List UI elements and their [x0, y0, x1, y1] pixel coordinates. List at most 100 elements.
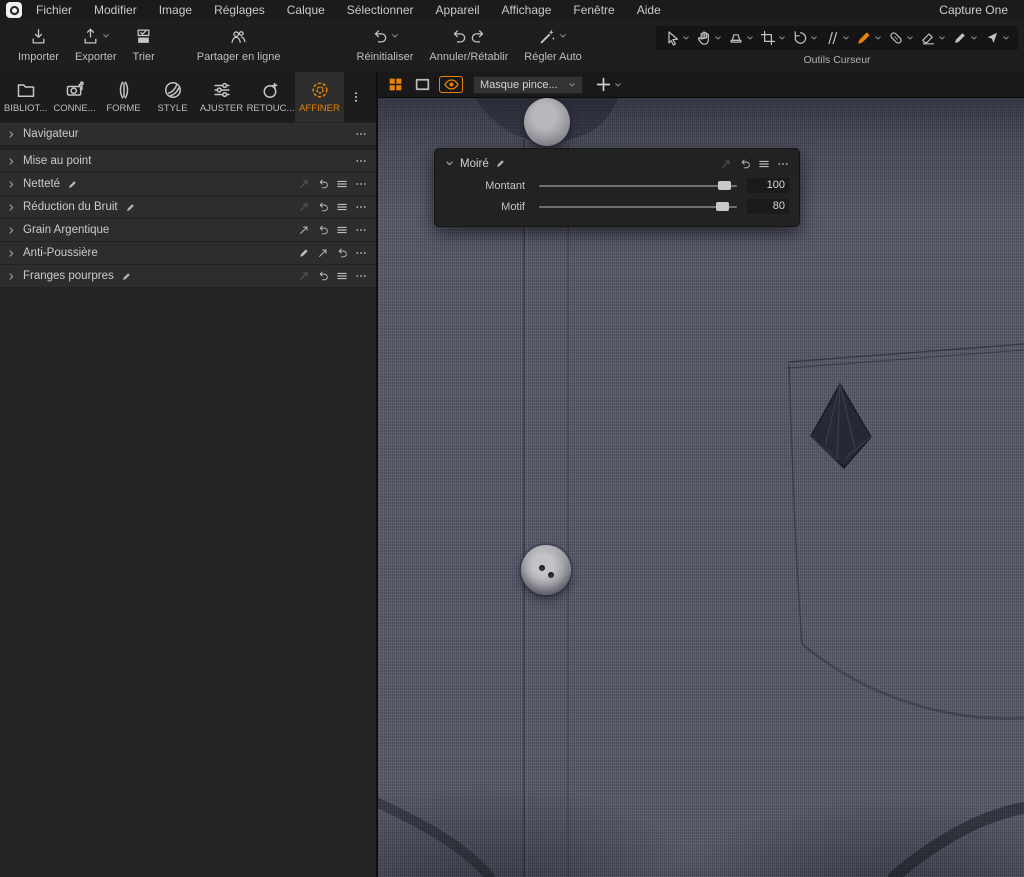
tool-section-header[interactable]: Réduction du Bruit: [0, 196, 376, 218]
panel-action-icon[interactable]: [739, 158, 751, 170]
slider[interactable]: [539, 185, 737, 187]
dots-icon[interactable]: [355, 201, 367, 213]
tool-tab[interactable]: RETOUC...: [246, 72, 295, 122]
cursor-tool-button[interactable]: [984, 30, 1010, 46]
moire-panel-actions[interactable]: [720, 158, 789, 170]
toolbar-button[interactable]: Régler Auto: [524, 23, 581, 63]
tool-section-actions[interactable]: [298, 178, 367, 190]
menu-item[interactable]: Image: [159, 3, 192, 17]
menu-icon[interactable]: [336, 201, 348, 213]
chevron-right-icon[interactable]: [7, 180, 16, 189]
menu-icon[interactable]: [336, 224, 348, 236]
slider-value-field[interactable]: 100: [747, 178, 789, 193]
tool-tab[interactable]: AFFINER: [295, 72, 344, 122]
chevron-down-icon[interactable]: [938, 34, 946, 42]
tool-tab[interactable]: AJUSTER: [197, 72, 246, 122]
menu-icon[interactable]: [336, 178, 348, 190]
chevron-down-icon[interactable]: [842, 34, 850, 42]
image-viewer[interactable]: Moiré Montant: [378, 98, 1024, 877]
mask-display-dropdown[interactable]: Masque pince...: [473, 76, 583, 94]
tool-section-header[interactable]: Grain Argentique: [0, 219, 376, 241]
toolbar-button[interactable]: Annuler/Rétablir: [429, 23, 508, 63]
undo-icon[interactable]: [336, 247, 348, 259]
cursor-tool-button[interactable]: [696, 30, 722, 46]
undo-icon[interactable]: [317, 178, 329, 190]
cursor-tool-button[interactable]: [664, 30, 690, 46]
chevron-right-icon[interactable]: [7, 226, 16, 235]
dots-icon[interactable]: [355, 128, 367, 140]
toolbar-button[interactable]: Importer: [18, 23, 59, 63]
toolbar-button[interactable]: Partager en ligne: [197, 23, 281, 63]
mask-visibility-button[interactable]: [439, 76, 463, 93]
tool-tab[interactable]: CONNE...: [50, 72, 99, 122]
chevron-down-icon[interactable]: [778, 34, 786, 42]
menu-item[interactable]: Aide: [637, 3, 661, 17]
tool-section-actions[interactable]: [355, 128, 367, 140]
dots-icon[interactable]: [355, 224, 367, 236]
chevron-down-icon[interactable]: [682, 34, 690, 42]
tool-section-actions[interactable]: [355, 155, 367, 167]
tool-section-header[interactable]: Netteté: [0, 173, 376, 195]
tool-section-header[interactable]: Anti-Poussière: [0, 242, 376, 264]
menu-item[interactable]: Appareil: [436, 3, 480, 17]
chevron-down-icon[interactable]: [391, 32, 399, 40]
slider-thumb[interactable]: [718, 181, 731, 190]
menu-item[interactable]: Réglages: [214, 3, 265, 17]
tool-section-header[interactable]: Franges pourpres: [0, 265, 376, 287]
undo-icon[interactable]: [317, 224, 329, 236]
copy-icon[interactable]: [298, 178, 310, 190]
moire-panel-header[interactable]: Moiré: [435, 152, 799, 175]
slider-thumb[interactable]: [716, 202, 729, 211]
cursor-tool-button[interactable]: [888, 30, 914, 46]
chevron-right-icon[interactable]: [7, 157, 16, 166]
undo-icon[interactable]: [317, 201, 329, 213]
tool-tab[interactable]: BIBLIOT...: [1, 72, 50, 122]
slider-value-field[interactable]: 80: [747, 199, 789, 214]
slider[interactable]: [539, 206, 737, 208]
chevron-down-icon[interactable]: [1002, 34, 1010, 42]
cursor-tool-button[interactable]: [728, 30, 754, 46]
chevron-down-icon[interactable]: [874, 34, 882, 42]
chevron-right-icon[interactable]: [7, 130, 16, 139]
toolbar-button[interactable]: Réinitialiser: [357, 23, 414, 63]
menu-icon[interactable]: [336, 270, 348, 282]
copy-icon[interactable]: [317, 247, 329, 259]
cursor-tool-button[interactable]: [760, 30, 786, 46]
copy-icon[interactable]: [298, 224, 310, 236]
menu-item[interactable]: Fichier: [36, 3, 72, 17]
tool-section-actions[interactable]: [298, 201, 367, 213]
chevron-down-icon[interactable]: [102, 32, 110, 40]
tool-section-actions[interactable]: [298, 224, 367, 236]
chevron-down-icon[interactable]: [445, 159, 454, 168]
cursor-tool-button[interactable]: [920, 30, 946, 46]
cursor-tool-button[interactable]: [792, 30, 818, 46]
undo-icon[interactable]: [317, 270, 329, 282]
chevron-right-icon[interactable]: [7, 272, 16, 281]
chevron-right-icon[interactable]: [7, 249, 16, 258]
panel-action-icon[interactable]: [720, 158, 732, 170]
toolbar-button[interactable]: Exporter: [75, 23, 117, 63]
dots-icon[interactable]: [355, 178, 367, 190]
menu-item[interactable]: Sélectionner: [347, 3, 414, 17]
cursor-tool-button[interactable]: [952, 30, 978, 46]
tabs-overflow-button[interactable]: [344, 72, 368, 122]
chevron-down-icon[interactable]: [559, 32, 567, 40]
chevron-down-icon[interactable]: [746, 34, 754, 42]
tool-tab[interactable]: FORME: [99, 72, 148, 122]
chevron-down-icon[interactable]: [970, 34, 978, 42]
tool-section-actions[interactable]: [298, 270, 367, 282]
toolbar-button[interactable]: Trier: [133, 23, 155, 63]
dots-icon[interactable]: [355, 270, 367, 282]
tool-tab[interactable]: STYLE: [148, 72, 197, 122]
menu-item[interactable]: Calque: [287, 3, 325, 17]
tool-section-header[interactable]: Mise au point: [0, 150, 376, 172]
add-tool-button[interactable]: [595, 76, 622, 93]
chevron-down-icon[interactable]: [810, 34, 818, 42]
dots-icon[interactable]: [355, 155, 367, 167]
grid-view-button[interactable]: [385, 76, 405, 93]
chevron-right-icon[interactable]: [7, 203, 16, 212]
chevron-down-icon[interactable]: [714, 34, 722, 42]
panel-action-icon[interactable]: [777, 158, 789, 170]
cursor-tool-button[interactable]: [824, 30, 850, 46]
single-view-button[interactable]: [412, 76, 432, 93]
